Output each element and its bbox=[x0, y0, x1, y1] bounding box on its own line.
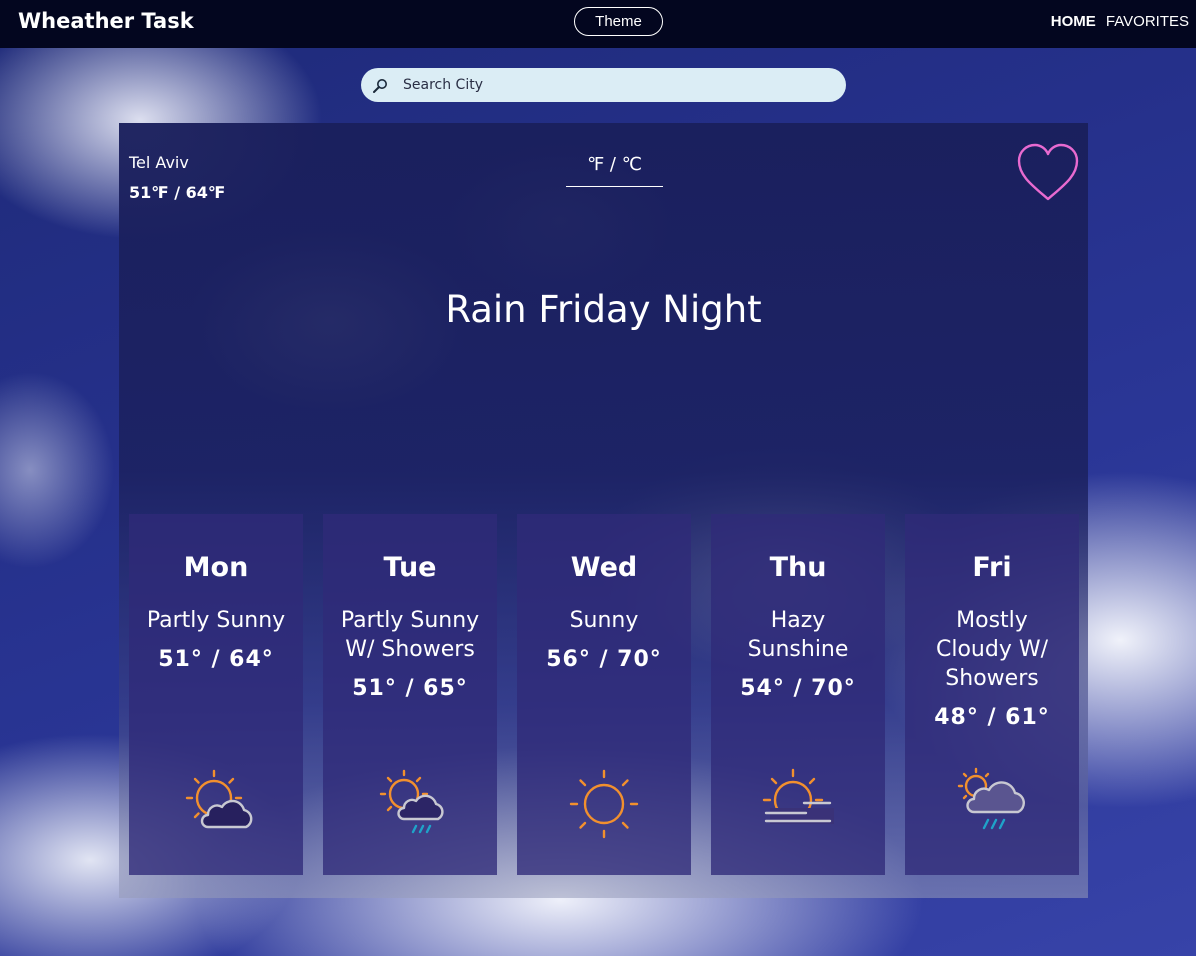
condition-text: Partly Sunny bbox=[146, 608, 286, 633]
day-condition: Hazy Sunshine 54° / 70° bbox=[723, 606, 873, 703]
mostly-cloudy-showers-icon bbox=[957, 767, 1025, 830]
day-name: Fri bbox=[972, 552, 1012, 583]
day-name: Tue bbox=[383, 552, 437, 583]
day-condition: Partly Sunny 51° / 64° bbox=[141, 606, 291, 674]
partly-sunny-showers-icon bbox=[379, 769, 444, 834]
day-name: Wed bbox=[570, 552, 638, 583]
condition-text: Hazy Sunshine bbox=[747, 608, 849, 662]
nav-links: HOME FAVORITES bbox=[1045, 13, 1189, 30]
favorite-heart-icon[interactable] bbox=[1017, 143, 1079, 203]
day-condition: Mostly Cloudy W/ Showers 48° / 61° bbox=[917, 606, 1067, 732]
forecast-day-card: Tue Partly Sunny W/ Showers 51° / 65° bbox=[323, 514, 497, 875]
search-bar bbox=[361, 68, 846, 102]
theme-button[interactable]: Theme bbox=[574, 7, 663, 36]
hazy-sunshine-icon bbox=[762, 768, 834, 824]
city-name: Tel Aviv bbox=[129, 153, 189, 172]
forecast-day-card: Mon Partly Sunny 51° / 64° bbox=[129, 514, 303, 875]
condition-text: Partly Sunny W/ Showers bbox=[340, 608, 480, 662]
day-name: Thu bbox=[769, 552, 827, 583]
condition-text: Mostly Cloudy W/ Showers bbox=[935, 608, 1049, 691]
unit-toggle[interactable]: ℉ / ℃ bbox=[566, 153, 663, 187]
sunny-icon bbox=[569, 769, 639, 839]
forecast-day-card: Wed Sunny 56° / 70° bbox=[517, 514, 691, 875]
condition-text: Sunny bbox=[569, 608, 639, 633]
search-input[interactable] bbox=[403, 68, 833, 102]
search-icon bbox=[373, 79, 387, 93]
day-temps: 51° / 65° bbox=[352, 676, 468, 701]
day-temps: 51° / 64° bbox=[158, 647, 274, 672]
day-temps: 48° / 61° bbox=[934, 705, 1050, 730]
current-location: Tel Aviv 51℉ / 64℉ bbox=[129, 148, 225, 208]
day-name: Mon bbox=[183, 552, 249, 583]
day-temps: 54° / 70° bbox=[740, 676, 856, 701]
current-temp-range: 51℉ / 64℉ bbox=[129, 183, 226, 202]
weather-card: Tel Aviv 51℉ / 64℉ ℉ / ℃ Rain Friday Nig… bbox=[119, 123, 1088, 898]
day-condition: Partly Sunny W/ Showers 51° / 65° bbox=[335, 606, 485, 703]
weather-headline: Rain Friday Night bbox=[445, 288, 762, 331]
nav-favorites-link[interactable]: FAVORITES bbox=[1106, 13, 1189, 30]
day-temps: 56° / 70° bbox=[546, 647, 662, 672]
app-title[interactable]: Wheather Task bbox=[18, 9, 194, 33]
top-navbar: Wheather Task Theme HOME FAVORITES bbox=[0, 0, 1196, 48]
nav-home-link[interactable]: HOME bbox=[1051, 13, 1096, 30]
forecast-day-card: Thu Hazy Sunshine 54° / 70° bbox=[711, 514, 885, 875]
day-condition: Sunny 56° / 70° bbox=[529, 606, 679, 674]
forecast-day-card: Fri Mostly Cloudy W/ Showers 48° / 61° bbox=[905, 514, 1079, 875]
partly-sunny-icon bbox=[185, 769, 253, 829]
